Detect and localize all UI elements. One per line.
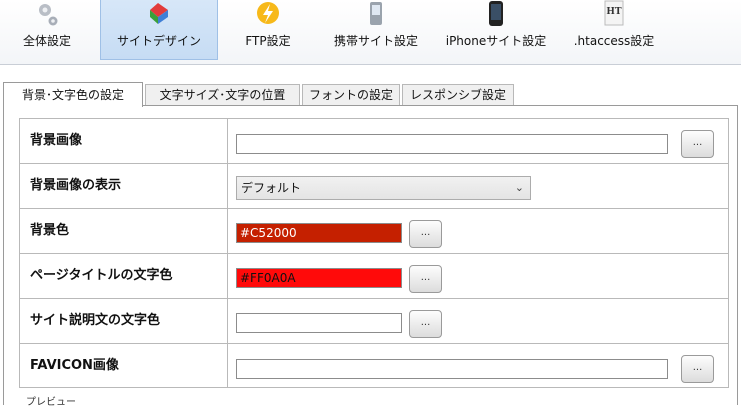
site-description-color-picker-button[interactable]: ... [409,310,442,338]
mobile-phone-icon [361,0,391,30]
tab-text-size-position[interactable]: 文字サイズ･文字の位置 [145,84,300,106]
toolbar-item-label: 携帯サイト設定 [333,34,418,48]
page-title-color-input[interactable] [236,268,402,288]
select-value: デフォルト [241,181,302,195]
form-row-page-title-color: ページタイトルの文字色 ... [19,253,729,298]
palette-icon [144,0,174,30]
tab-responsive-settings[interactable]: レスポンシブ設定 [402,84,514,106]
toolbar-item-site-design[interactable]: サイトデザイン [100,0,218,60]
form-label: 背景色 [20,209,228,253]
toolbar-item-mobile-settings[interactable]: 携帯サイト設定 [322,0,430,60]
toolbar-item-general-settings[interactable]: 全体設定 [8,0,86,60]
background-image-input[interactable] [236,134,668,154]
gears-icon [32,0,62,30]
settings-tabs: 背景･文字色の設定 文字サイズ･文字の位置 フォントの設定 レスポンシブ設定 [0,82,741,107]
toolbar-item-label: FTP設定 [245,34,291,48]
toolbar-item-label: iPhoneサイト設定 [445,34,547,48]
form-row-background-color: 背景色 ... [19,208,729,253]
form-label: FAVICON画像 [20,344,228,387]
tab-background-text-color[interactable]: 背景･文字色の設定 [3,82,143,107]
page-title-color-picker-button[interactable]: ... [409,265,442,293]
form-row-background-image: 背景画像 ... [19,118,729,163]
background-image-browse-button[interactable]: ... [681,130,714,158]
toolbar-item-htaccess-settings[interactable]: HT .htaccess設定 [562,0,666,60]
background-color-picker-button[interactable]: ... [409,220,442,248]
form-label: 背景画像 [20,119,228,163]
form-row-favicon-image: FAVICON画像 ... [19,343,729,388]
toolbar-item-iphone-settings[interactable]: iPhoneサイト設定 [436,0,556,60]
favicon-image-browse-button[interactable]: ... [681,355,714,383]
form-row-site-description-color: サイト説明文の文字色 ... [19,298,729,343]
main-toolbar: 全体設定 サイトデザイン FTP設定 携帯サイト設定 iPhoneサイト設定 H… [0,0,741,65]
lightning-icon [253,0,283,30]
favicon-image-input[interactable] [236,359,668,379]
form-label: ページタイトルの文字色 [20,254,228,298]
background-display-select[interactable]: デフォルト ⌄ [236,176,531,200]
form-label: サイト説明文の文字色 [20,299,228,343]
site-description-color-input[interactable] [236,313,402,333]
form-row-background-display: 背景画像の表示 デフォルト ⌄ [19,163,729,208]
background-color-input[interactable] [236,223,402,243]
ht-document-icon: HT [599,0,629,30]
toolbar-item-label: .htaccess設定 [573,34,655,48]
chevron-down-icon: ⌄ [514,181,524,194]
iphone-icon [481,0,511,30]
svg-text:HT: HT [606,7,622,17]
tab-font-settings[interactable]: フォントの設定 [302,84,400,106]
form-label: 背景画像の表示 [20,164,228,208]
toolbar-item-ftp-settings[interactable]: FTP設定 [232,0,304,60]
toolbar-item-label: 全体設定 [22,34,71,48]
preview-label: プレビュー [26,397,76,408]
toolbar-item-label: サイトデザイン [116,34,201,48]
